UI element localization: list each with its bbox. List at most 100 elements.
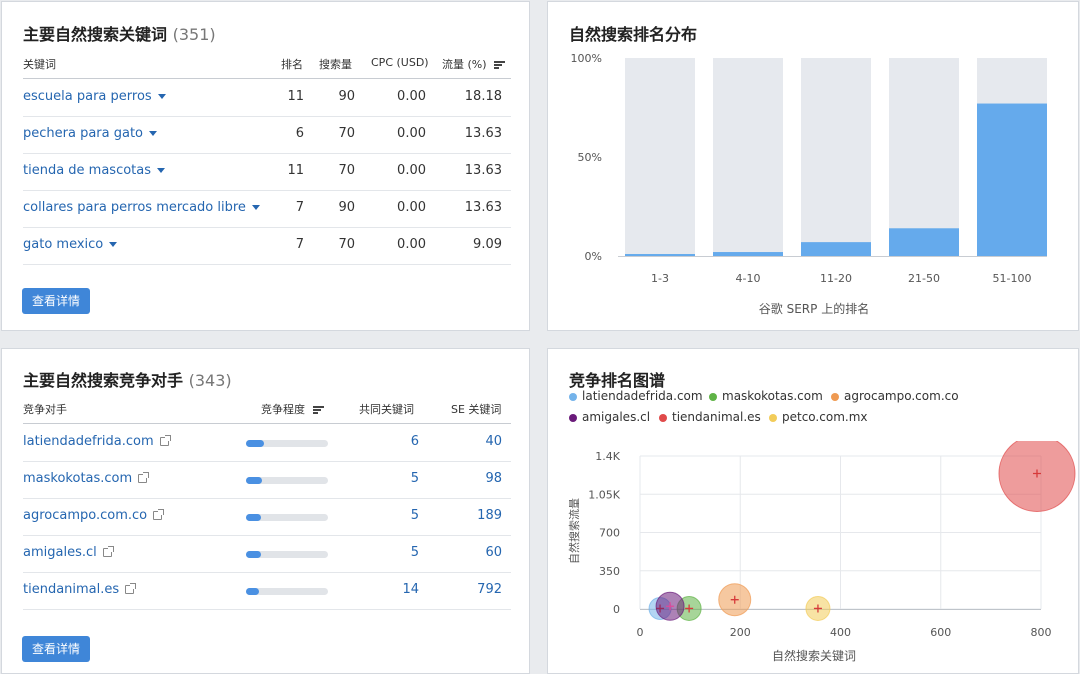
competitor-domain-text: tiendanimal.es: [23, 582, 120, 597]
legend-dot: [769, 413, 777, 422]
header-common-keywords[interactable]: 共同关键词: [359, 401, 414, 417]
chevron-down-icon[interactable]: [157, 168, 166, 173]
keyword-link[interactable]: pechera para gato: [23, 126, 158, 141]
header-se-keywords[interactable]: SE 关键词: [451, 401, 501, 417]
y-tick-label: 0%: [585, 250, 602, 263]
competitors-title-text: 主要自然搜索竞争对手: [23, 371, 184, 390]
competition-level-bar: [246, 440, 328, 447]
legend-label: tiendanimal.es: [672, 410, 761, 424]
external-link-icon[interactable]: [125, 583, 137, 594]
header-volume[interactable]: 搜索量: [319, 56, 352, 72]
competitor-domain-link[interactable]: amigales.cl: [23, 545, 114, 560]
se-keywords-link[interactable]: 60: [485, 545, 502, 560]
legend-item[interactable]: latiendadefrida.com: [569, 389, 703, 403]
chevron-down-icon[interactable]: [109, 242, 118, 247]
competitor-domain-link[interactable]: agrocampo.com.co: [23, 508, 165, 523]
header-rank[interactable]: 排名: [281, 56, 303, 72]
external-link-icon[interactable]: [159, 435, 171, 446]
competition-level-bar: [246, 551, 328, 558]
keyword-rank: 7: [295, 200, 304, 215]
row-divider: [23, 264, 511, 265]
competitor-domain-link[interactable]: latiendadefrida.com: [23, 434, 171, 449]
legend-item[interactable]: maskokotas.com: [709, 389, 823, 403]
external-link-icon[interactable]: [102, 546, 114, 557]
se-keywords-link[interactable]: 98: [485, 471, 502, 486]
legend-dot: [709, 392, 717, 401]
keyword-link[interactable]: collares para perros mercado libre: [23, 200, 260, 215]
x-tick-label: 21-50: [908, 272, 940, 285]
legend-item[interactable]: amigales.cl: [569, 410, 650, 424]
header-competition-level[interactable]: 竞争程度: [261, 401, 324, 417]
se-keywords-link[interactable]: 792: [477, 582, 502, 597]
x-tick-label: 600: [930, 626, 951, 639]
bar-track: [801, 58, 871, 256]
legend-dot: [569, 392, 577, 401]
common-keywords-link[interactable]: 5: [411, 508, 419, 523]
chevron-down-icon[interactable]: [149, 131, 158, 136]
chevron-down-icon[interactable]: [251, 205, 260, 210]
keywords-card: 主要自然搜索关键词 (351) 关键词 排名 搜索量 CPC (USD) 流量 …: [1, 1, 530, 331]
competitors-view-details-button[interactable]: 查看详情: [22, 636, 90, 662]
keywords-view-details-button[interactable]: 查看详情: [22, 288, 90, 314]
competitor-domain-link[interactable]: tiendanimal.es: [23, 582, 137, 597]
sort-icon: [312, 406, 324, 414]
competitor-domain-link[interactable]: maskokotas.com: [23, 471, 150, 486]
y-tick-label: 350: [599, 565, 620, 578]
common-keywords-link[interactable]: 5: [411, 471, 419, 486]
legend-label: maskokotas.com: [722, 389, 823, 403]
keyword-volume: 70: [338, 237, 355, 252]
rank-distribution-chart: 0% 50% 100% 1-3 4-10 11-20 21-50 51-100 谷歌 SERP …: [571, 52, 1047, 316]
chevron-down-icon[interactable]: [157, 94, 166, 99]
legend-label: petco.com.mx: [782, 410, 868, 424]
keyword-text: tienda de mascotas: [23, 163, 152, 178]
legend-label: amigales.cl: [582, 410, 651, 424]
common-keywords-link[interactable]: 5: [411, 545, 419, 560]
keyword-cpc: 0.00: [397, 237, 426, 252]
keyword-volume: 90: [338, 200, 355, 215]
bar-track: [713, 58, 783, 256]
keyword-link[interactable]: gato mexico: [23, 237, 118, 252]
competition-level-bar: [246, 588, 328, 595]
keyword-link[interactable]: tienda de mascotas: [23, 163, 166, 178]
header-cpc[interactable]: CPC (USD): [371, 56, 429, 69]
keyword-volume: 70: [338, 126, 355, 141]
external-link-icon[interactable]: [153, 509, 165, 520]
distribution-card: 自然搜索排名分布 0% 50% 100% 1-3 4-10 11-20 21-50 51-10…: [547, 1, 1079, 331]
common-keywords-link[interactable]: 6: [411, 434, 419, 449]
y-tick-label: 50%: [578, 151, 602, 164]
keyword-traffic: 9.09: [473, 237, 502, 252]
legend-dot: [569, 413, 577, 422]
competitors-card: 主要自然搜索竞争对手 (343) 竞争对手 竞争程度 共同关键词 SE 关键词 …: [1, 348, 530, 674]
keyword-traffic: 13.63: [464, 126, 502, 141]
keyword-text: gato mexico: [23, 237, 104, 252]
legend-label: latiendadefrida.com: [582, 389, 703, 403]
legend-item[interactable]: tiendanimal.es: [659, 410, 761, 424]
positioning-map-title: 竞争排名图谱: [569, 371, 666, 390]
keyword-volume: 90: [338, 89, 355, 104]
legend-label: agrocampo.com.co: [844, 389, 959, 403]
legend-item[interactable]: agrocampo.com.co: [831, 389, 959, 403]
common-keywords-link[interactable]: 14: [402, 582, 419, 597]
row-divider: [23, 153, 511, 154]
keywords-card-title: 主要自然搜索关键词 (351): [23, 21, 216, 45]
keyword-text: pechera para gato: [23, 126, 144, 141]
y-tick-label: 700: [599, 527, 620, 540]
competition-level-fill: [246, 477, 262, 484]
header-traffic[interactable]: 流量 (%): [442, 56, 506, 72]
x-tick-label: 1-3: [651, 272, 669, 285]
legend-item[interactable]: petco.com.mx: [769, 410, 867, 424]
external-link-icon[interactable]: [138, 472, 150, 483]
competition-level-fill: [246, 551, 261, 558]
row-divider: [23, 461, 511, 462]
row-divider: [23, 609, 511, 610]
keyword-cpc: 0.00: [397, 163, 426, 178]
x-axis-label: 自然搜索关键词: [772, 648, 856, 663]
competitors-card-title: 主要自然搜索竞争对手 (343): [23, 367, 232, 391]
keyword-rank: 6: [295, 126, 304, 141]
se-keywords-link[interactable]: 40: [485, 434, 502, 449]
keyword-text: escuela para perros: [23, 89, 152, 104]
se-keywords-link[interactable]: 189: [477, 508, 502, 523]
competition-level-fill: [246, 514, 261, 521]
legend-dot: [831, 392, 839, 401]
keyword-link[interactable]: escuela para perros: [23, 89, 166, 104]
